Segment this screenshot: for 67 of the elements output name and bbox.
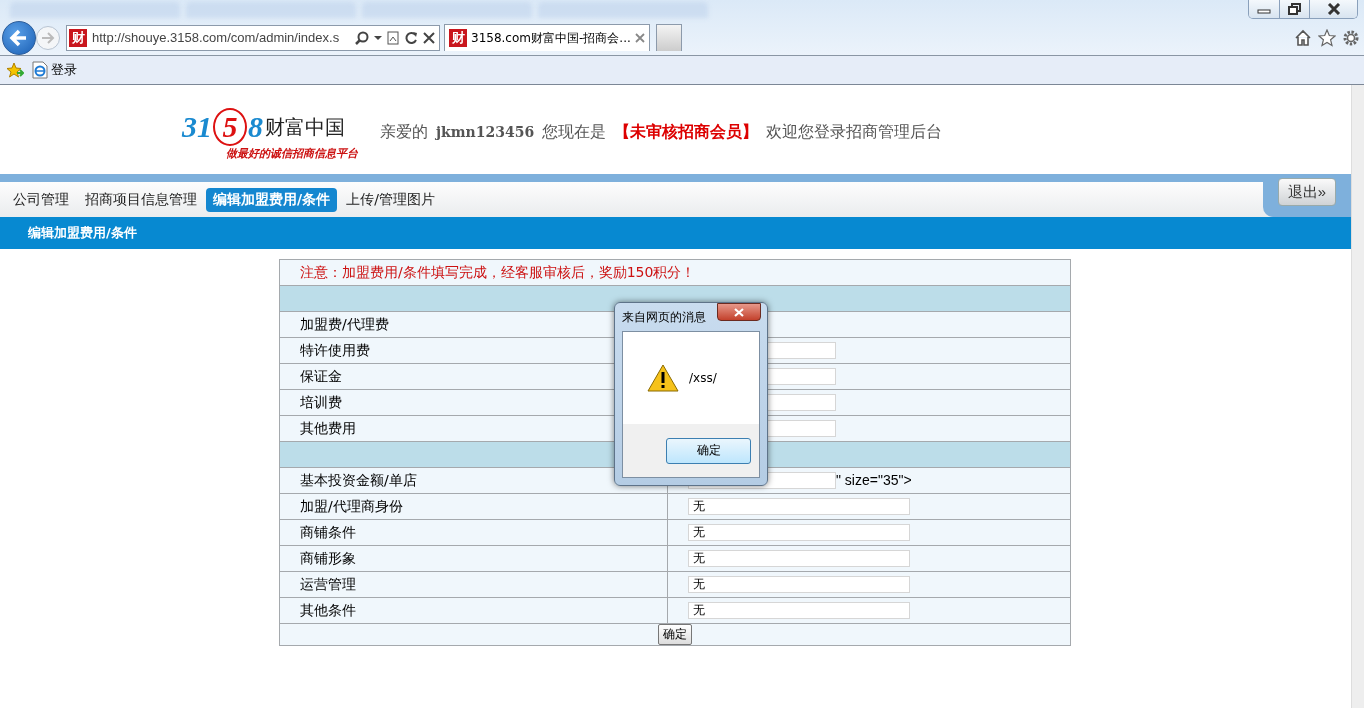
- favorites-star-icon[interactable]: [6, 62, 24, 78]
- logout-button[interactable]: 退出»: [1278, 178, 1336, 206]
- dialog-message: /xss/: [689, 371, 717, 385]
- input-field[interactable]: 无: [688, 602, 910, 620]
- scrollbar[interactable]: [1351, 85, 1364, 708]
- field-label: 保证金: [300, 367, 342, 384]
- logo-slogan: 做最好的诚信招商信息平台: [226, 146, 358, 161]
- nav-tab[interactable]: 编辑加盟费用/条件: [206, 187, 338, 212]
- logo-digits: 8: [248, 110, 263, 144]
- greeting-text: 欢迎您登录招商管理后台: [766, 122, 943, 143]
- url-text: http://shouye.3158.com/com/admin/index.s: [92, 30, 341, 45]
- nav-tab[interactable]: 上传/管理图片: [339, 187, 442, 212]
- close-button[interactable]: [717, 303, 761, 321]
- greeting-text: 亲爱的: [380, 122, 428, 143]
- browser-tab[interactable]: 财 3158.com财富中国-招商会...: [444, 24, 650, 51]
- ok-button[interactable]: 确定: [666, 437, 751, 464]
- nav-tab[interactable]: 公司管理: [6, 187, 76, 212]
- restore-icon: [1287, 3, 1302, 15]
- logo-name: 财富中国: [265, 113, 345, 141]
- input-field[interactable]: 无: [688, 498, 910, 516]
- greeting-text: 您现在是: [542, 122, 607, 143]
- logo-circled-digit: 5: [213, 108, 247, 146]
- input-field[interactable]: 无: [688, 524, 910, 542]
- close-icon: [734, 307, 744, 317]
- site-favicon: 财: [69, 28, 87, 47]
- dialog-title: 来自网页的消息: [622, 308, 706, 326]
- field-label: 培训费: [300, 393, 342, 410]
- settings-icon[interactable]: [1342, 28, 1360, 47]
- site-favicon: 财: [449, 29, 467, 47]
- submit-button[interactable]: 确定: [658, 624, 692, 645]
- page-icon[interactable]: [387, 30, 399, 45]
- input-field[interactable]: 无: [688, 576, 910, 594]
- field-label: 特许使用费: [300, 341, 370, 358]
- field-label: 其他费用: [300, 419, 356, 436]
- raw-markup-text: " size="35">: [836, 471, 912, 488]
- input-field[interactable]: 无: [688, 550, 910, 568]
- field-label: 其他条件: [300, 601, 356, 618]
- close-icon: [1326, 3, 1341, 15]
- username: jkmn123456: [436, 124, 535, 142]
- field-label: 商铺条件: [300, 523, 356, 540]
- field-label: 加盟/代理商身份: [300, 497, 403, 514]
- close-icon[interactable]: [423, 31, 435, 44]
- refresh-icon[interactable]: [404, 30, 418, 45]
- notice-text: 注意：加盟费用/条件填写完成，经客服审核后，奖励150积分！: [300, 263, 696, 280]
- restore-button[interactable]: [1279, 0, 1309, 18]
- section-title: 编辑加盟费用/条件: [28, 224, 137, 242]
- dropdown-icon[interactable]: [374, 34, 382, 41]
- ie-page-icon: [32, 61, 48, 79]
- logo-digits: 31: [182, 110, 212, 144]
- back-arrow-icon: [9, 27, 29, 48]
- forward-arrow-icon: [41, 30, 55, 45]
- search-icon[interactable]: [355, 30, 369, 45]
- close-button[interactable]: [1309, 0, 1357, 18]
- field-label: 运营管理: [300, 575, 356, 592]
- field-label: 加盟费/代理费: [300, 315, 389, 332]
- warning-icon: [647, 364, 679, 392]
- back-button[interactable]: [2, 20, 36, 55]
- star-icon[interactable]: [1318, 28, 1336, 47]
- address-bar[interactable]: 财 http://shouye.3158.com/com/admin/index.s: [66, 24, 440, 51]
- home-icon[interactable]: [1294, 28, 1312, 47]
- field-label: 商铺形象: [300, 549, 356, 566]
- member-status: 【未审核招商会员】: [614, 122, 759, 143]
- tab-title: 3158.com财富中国-招商会...: [471, 29, 631, 47]
- new-tab-button[interactable]: [655, 24, 682, 51]
- field-label: 基本投资金额/单店: [300, 471, 417, 488]
- nav-tab[interactable]: 招商项目信息管理: [78, 187, 204, 212]
- favorites-link[interactable]: 登录: [32, 61, 77, 79]
